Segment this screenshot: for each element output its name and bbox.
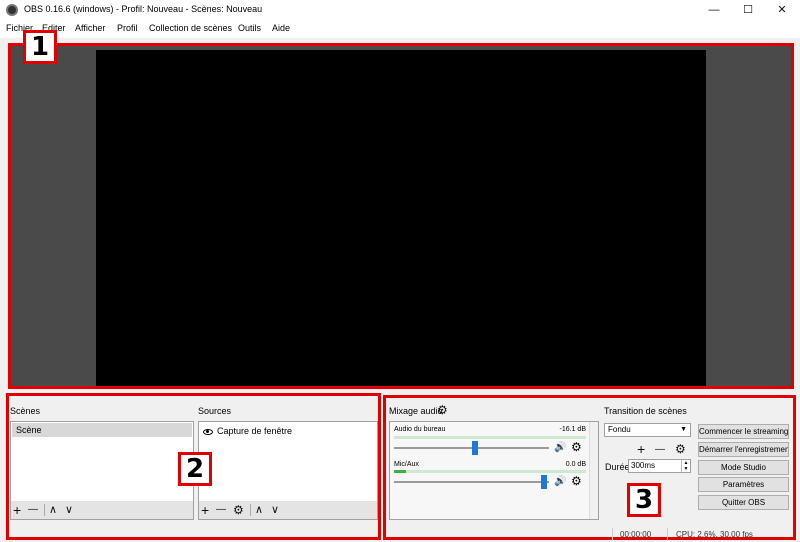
studio-mode-button[interactable]: Mode Studio bbox=[698, 460, 789, 475]
status-time: 00:00:00 bbox=[620, 530, 652, 539]
volume-meter bbox=[394, 436, 586, 439]
add-transition-icon[interactable]: + bbox=[637, 440, 645, 458]
preview-area[interactable] bbox=[8, 43, 794, 389]
chevron-down-icon: ▼ bbox=[680, 426, 687, 433]
sources-list[interactable]: Capture de fenêtre + — ⚙ ∧ ∨ bbox=[198, 421, 378, 520]
duration-label: Durée bbox=[605, 462, 630, 472]
scenes-toolbar: + — ∧ ∨ bbox=[11, 501, 193, 519]
mixer-scrollbar[interactable] bbox=[589, 422, 598, 519]
preview-canvas[interactable] bbox=[96, 50, 706, 386]
sources-title: Sources bbox=[198, 406, 232, 416]
remove-transition-icon[interactable]: — bbox=[655, 441, 665, 459]
channel-db: -16.1 dB bbox=[559, 426, 586, 433]
transition-select[interactable]: Fondu ▼ bbox=[604, 423, 691, 437]
menu-bar: Fichier Editer Afficher Profil Collectio… bbox=[0, 20, 800, 38]
transitions-title: Transition de scènes bbox=[604, 406, 687, 416]
title-bar: OBS 0.16.6 (windows) - Profil: Nouveau -… bbox=[0, 0, 800, 20]
speaker-icon[interactable]: 🔊 bbox=[554, 476, 566, 488]
channel-gear-icon[interactable]: ⚙ bbox=[571, 475, 582, 487]
speaker-icon[interactable]: 🔊 bbox=[554, 442, 566, 454]
move-up-icon[interactable]: ∧ bbox=[49, 501, 57, 519]
menu-outils[interactable]: Outils bbox=[238, 23, 261, 33]
move-down-icon[interactable]: ∨ bbox=[271, 501, 279, 519]
move-up-icon[interactable]: ∧ bbox=[255, 501, 263, 519]
channel-name: Audio du bureau bbox=[394, 426, 446, 433]
source-item-label: Capture de fenêtre bbox=[217, 426, 293, 436]
start-recording-button[interactable]: Démarrer l'enregistrement bbox=[698, 442, 789, 457]
toolbar-divider bbox=[44, 504, 45, 516]
toolbar-divider bbox=[250, 504, 251, 516]
menu-aide[interactable]: Aide bbox=[272, 23, 290, 33]
close-button[interactable]: ✕ bbox=[765, 0, 799, 20]
transition-gear-icon[interactable]: ⚙ bbox=[675, 440, 686, 458]
mixer-gear-icon[interactable]: ⚙ bbox=[437, 401, 448, 419]
menu-profil[interactable]: Profil bbox=[117, 23, 138, 33]
scenes-list[interactable]: Scène + — ∧ ∨ bbox=[10, 421, 194, 520]
status-cpu: CPU: 2.6%, 30.00 fps bbox=[676, 530, 753, 539]
transition-select-value: Fondu bbox=[608, 425, 631, 434]
gear-icon[interactable]: ⚙ bbox=[233, 501, 244, 519]
window-title: OBS 0.16.6 (windows) - Profil: Nouveau -… bbox=[24, 4, 263, 14]
duration-spinbox[interactable]: 300ms ▲ ▼ bbox=[628, 459, 691, 473]
channel-gear-icon[interactable]: ⚙ bbox=[571, 441, 582, 453]
zone-badge-3: 3 bbox=[627, 483, 661, 517]
add-source-icon[interactable]: + bbox=[201, 501, 209, 519]
duration-value: 300ms bbox=[631, 461, 656, 470]
remove-scene-icon[interactable]: — bbox=[28, 501, 38, 519]
sources-toolbar: + — ⚙ ∧ ∨ bbox=[199, 501, 377, 519]
zone-badge-1: 1 bbox=[23, 30, 57, 64]
quit-button[interactable]: Quitter OBS bbox=[698, 495, 789, 510]
audio-mixer: Audio du bureau -16.1 dB 🔊 ⚙ Mic/Aux 0.0… bbox=[389, 421, 599, 520]
menu-collection-de-scenes[interactable]: Collection de scènes bbox=[149, 23, 232, 33]
menu-afficher[interactable]: Afficher bbox=[75, 23, 105, 33]
volume-slider-handle[interactable] bbox=[541, 475, 547, 489]
status-divider bbox=[612, 528, 613, 540]
eye-icon[interactable] bbox=[203, 428, 213, 435]
volume-meter-fill bbox=[394, 470, 406, 473]
mixer-title: Mixage audio bbox=[389, 406, 443, 416]
spin-arrows-icon[interactable]: ▲ ▼ bbox=[681, 460, 690, 472]
channel-name: Mic/Aux bbox=[394, 461, 419, 468]
minimize-button[interactable]: — bbox=[697, 0, 731, 20]
channel-db: 0.0 dB bbox=[565, 461, 586, 468]
maximize-button[interactable]: ☐ bbox=[731, 0, 765, 20]
start-streaming-button[interactable]: Commencer le streaming bbox=[698, 424, 789, 439]
volume-slider-track[interactable] bbox=[394, 481, 549, 483]
volume-slider-handle[interactable] bbox=[472, 441, 478, 455]
obs-logo-icon bbox=[6, 4, 18, 16]
zone-badge-2: 2 bbox=[178, 452, 212, 486]
volume-meter bbox=[394, 470, 586, 473]
scene-item[interactable]: Scène bbox=[12, 423, 192, 437]
move-down-icon[interactable]: ∨ bbox=[65, 501, 73, 519]
scenes-title: Scènes bbox=[10, 406, 41, 416]
remove-source-icon[interactable]: — bbox=[216, 501, 226, 519]
add-scene-icon[interactable]: + bbox=[13, 501, 21, 519]
status-divider bbox=[667, 528, 668, 540]
settings-button[interactable]: Paramètres bbox=[698, 477, 789, 492]
source-item[interactable]: Capture de fenêtre bbox=[203, 426, 292, 436]
